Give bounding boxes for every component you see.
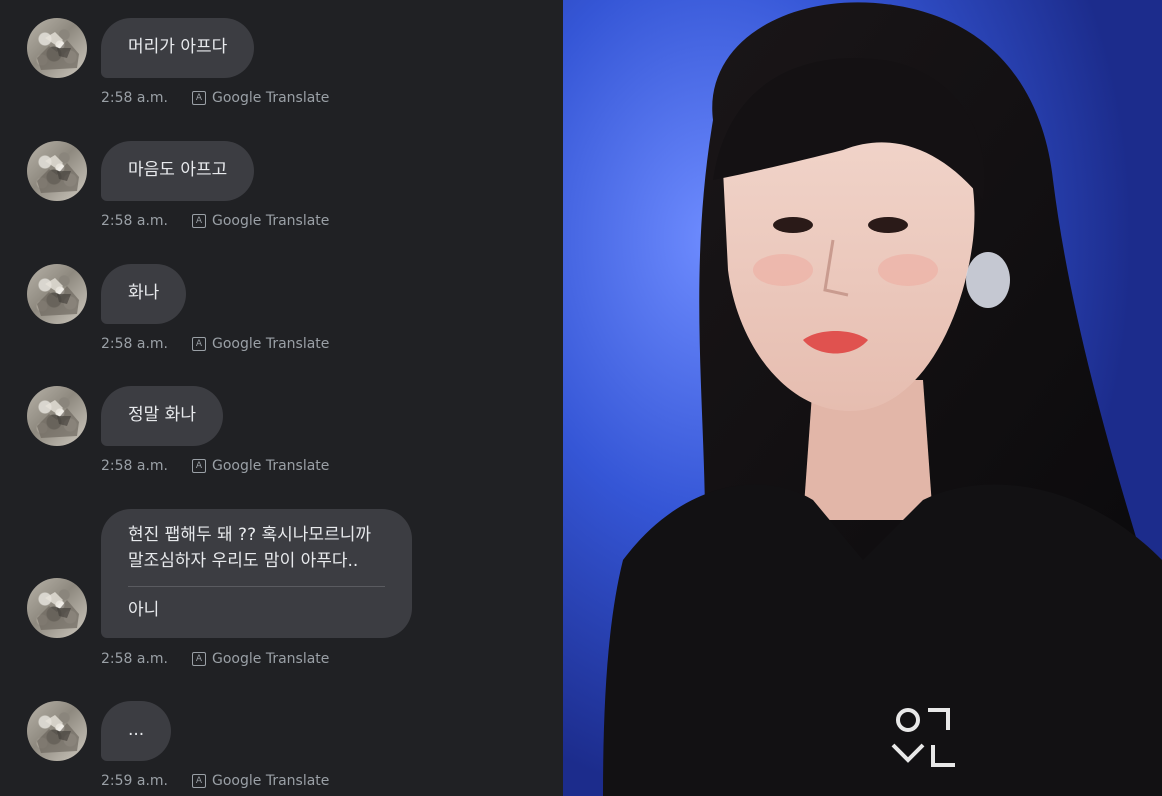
translate-label: Google Translate — [212, 336, 330, 352]
quoted-text-line: 현진 팹해두 돼 ?? 혹시나모르니까 — [128, 525, 371, 545]
avatar[interactable] — [27, 386, 87, 446]
blush — [753, 254, 813, 286]
avatar-image — [37, 400, 79, 438]
message-text: 머리가 아프다 — [128, 37, 228, 57]
quoted-text-line: 말조심하자 우리도 맘이 아푸다.. — [128, 551, 359, 571]
avatar[interactable] — [27, 18, 87, 78]
translate-label: Google Translate — [212, 651, 330, 667]
message-time: 2:59 a.m. — [101, 773, 169, 789]
translate-link[interactable]: A Google Translate — [192, 335, 329, 353]
avatar-image — [37, 592, 79, 630]
blush — [878, 254, 938, 286]
avatar[interactable] — [27, 264, 87, 324]
message-text: 정말 화나 — [128, 405, 196, 425]
avatar-image — [37, 32, 79, 70]
avatar[interactable] — [27, 578, 87, 638]
translate-label: Google Translate — [212, 213, 330, 229]
message-bubble[interactable]: 머리가 아프다 — [101, 18, 255, 78]
translate-link[interactable]: A Google Translate — [192, 457, 329, 475]
message-time: 2:58 a.m. — [101, 651, 169, 667]
message-bubble[interactable]: ... — [101, 701, 172, 761]
message-time: 2:58 a.m. — [101, 336, 169, 352]
message-bubble[interactable]: 마음도 아프고 — [101, 141, 255, 201]
google-translate-icon: A — [192, 337, 206, 351]
chat-panel: 머리가 아프다 2:58 a.m. A Google Translate 마음도… — [0, 0, 563, 796]
right-eye — [868, 217, 908, 233]
avatar-image — [37, 715, 79, 753]
quote-divider — [128, 586, 385, 587]
google-translate-icon: A — [192, 774, 206, 788]
message-time: 2:58 a.m. — [101, 213, 169, 229]
message-text: 아니 — [128, 600, 160, 620]
left-eye — [773, 217, 813, 233]
translate-label: Google Translate — [212, 773, 330, 789]
portrait-photo — [563, 0, 1162, 796]
avatar-image — [37, 155, 79, 193]
google-translate-icon: A — [192, 652, 206, 666]
translate-link[interactable]: A Google Translate — [192, 650, 329, 668]
message-text: 마음도 아프고 — [128, 160, 228, 180]
google-translate-icon: A — [192, 91, 206, 105]
message-time: 2:58 a.m. — [101, 458, 169, 474]
translate-label: Google Translate — [212, 90, 330, 106]
translate-label: Google Translate — [212, 458, 330, 474]
avatar[interactable] — [27, 701, 87, 761]
portrait-illustration — [563, 0, 1162, 796]
quoted-message: 현진 팹해두 돼 ?? 혹시나모르니까 말조심하자 우리도 맘이 아푸다.. — [128, 522, 385, 574]
google-translate-icon: A — [192, 459, 206, 473]
translate-link[interactable]: A Google Translate — [192, 772, 329, 790]
screen: 머리가 아프다 2:58 a.m. A Google Translate 마음도… — [0, 0, 1162, 796]
message-time: 2:58 a.m. — [101, 90, 169, 106]
message-text: 화나 — [128, 283, 160, 303]
in-ear-monitor — [966, 252, 1010, 308]
google-translate-icon: A — [192, 214, 206, 228]
message-bubble[interactable]: 정말 화나 — [101, 386, 223, 446]
reply-bubble[interactable]: 현진 팹해두 돼 ?? 혹시나모르니까 말조심하자 우리도 맘이 아푸다.. 아… — [101, 509, 412, 638]
translate-link[interactable]: A Google Translate — [192, 212, 329, 230]
message-bubble[interactable]: 화나 — [101, 264, 187, 324]
avatar-image — [37, 278, 79, 316]
translate-link[interactable]: A Google Translate — [192, 89, 329, 107]
message-text: ... — [128, 720, 145, 740]
avatar[interactable] — [27, 141, 87, 201]
